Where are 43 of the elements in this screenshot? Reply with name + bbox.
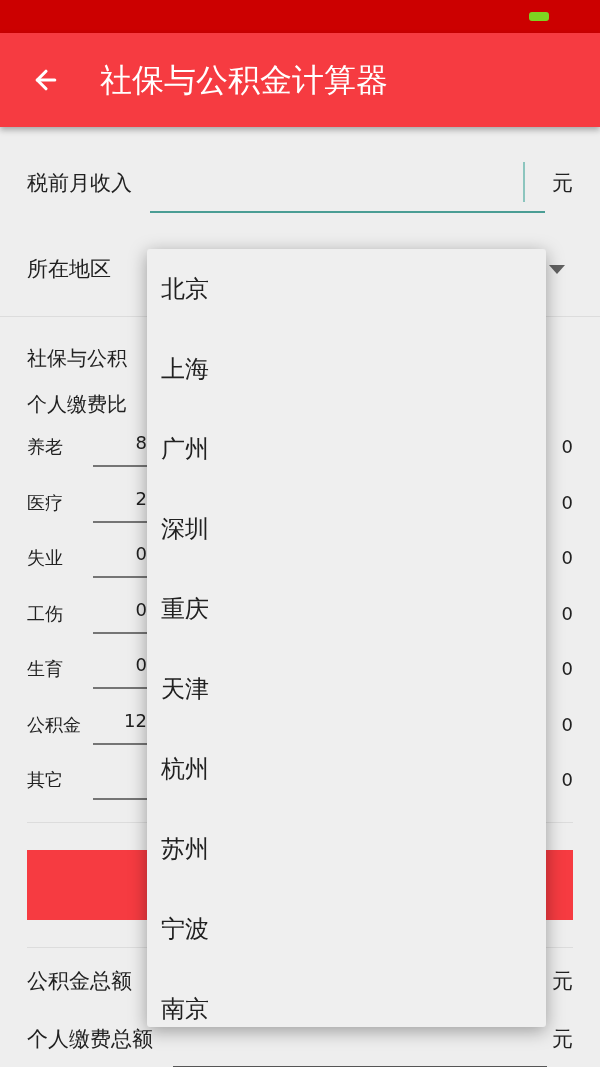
rate-label: 失业 — [27, 546, 64, 570]
amount-value: 0 — [561, 768, 573, 792]
battery-icon — [529, 12, 549, 21]
menu-item[interactable]: 重庆 — [147, 569, 546, 649]
region-label: 所在地区 — [27, 256, 111, 283]
menu-item[interactable]: 上海 — [147, 329, 546, 409]
menu-item[interactable]: 南京 — [147, 969, 546, 1027]
amount-value: 0 — [561, 546, 573, 570]
total-label: 个人缴费总额 — [27, 1025, 153, 1053]
dropdown-arrow-icon[interactable] — [549, 264, 565, 274]
rate-value: 2 — [135, 486, 147, 511]
rate-value: 0 — [135, 653, 147, 677]
app-title: 社保与公积金计算器 — [100, 60, 388, 100]
rate-value: 12 — [124, 708, 147, 733]
amount-value: 0 — [561, 490, 573, 515]
rate-label: 工伤 — [27, 601, 64, 626]
menu-item[interactable]: 宁波 — [147, 889, 546, 969]
unit-label: 元 — [552, 170, 573, 197]
menu-item[interactable]: 深圳 — [147, 489, 546, 569]
amount-value: 0 — [561, 435, 573, 459]
rate-label: 公积金 — [27, 712, 82, 737]
menu-item[interactable]: 天津 — [147, 649, 546, 729]
amount-value: 0 — [561, 712, 573, 737]
unit-label: 元 — [552, 1025, 573, 1053]
rate-label: 其它 — [27, 768, 64, 792]
rate-label: 养老 — [27, 435, 64, 459]
menu-item[interactable]: 杭州 — [147, 729, 546, 809]
income-label: 税前月收入 — [27, 170, 132, 197]
unit-label: 元 — [552, 968, 573, 996]
rate-label: 生育 — [27, 657, 64, 681]
section-heading: 社保与公积 — [27, 345, 127, 372]
rate-value: 8 — [135, 431, 147, 455]
rate-value: 0 — [135, 542, 147, 566]
menu-item[interactable]: 苏州 — [147, 809, 546, 889]
amount-value: 0 — [561, 657, 573, 681]
rate-value: 0 — [135, 597, 147, 622]
menu-item[interactable]: 北京 — [147, 249, 546, 329]
text-cursor — [523, 162, 525, 202]
section-subheading: 个人缴费比 — [27, 391, 127, 418]
rate-label: 医疗 — [27, 490, 64, 515]
menu-item[interactable]: 广州 — [147, 409, 546, 489]
amount-value: 0 — [561, 601, 573, 626]
total-label: 公积金总额 — [27, 968, 132, 996]
